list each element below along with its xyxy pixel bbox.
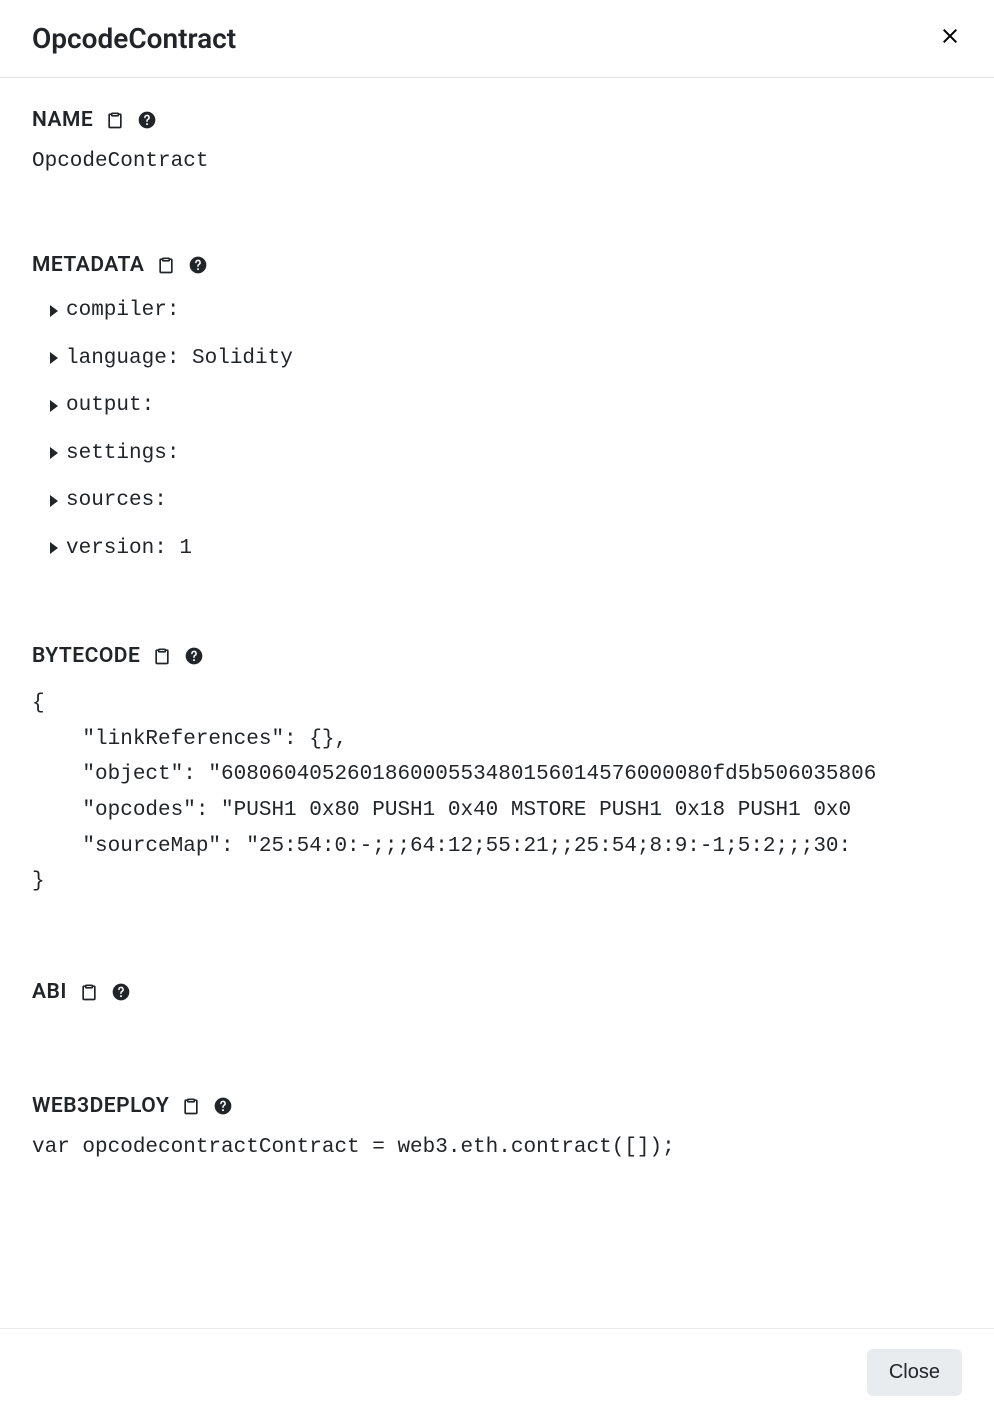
bytecode-content: { "linkReferences": {}, "object": "60806…	[32, 686, 962, 900]
caret-right-icon	[50, 447, 58, 459]
clipboard-icon[interactable]	[105, 110, 125, 130]
caret-right-icon	[50, 400, 58, 412]
section-abi: ABI	[32, 980, 962, 1004]
tree-item[interactable]: settings:	[50, 438, 962, 470]
tree-item[interactable]: version: 1	[50, 533, 962, 565]
section-web3deploy-label: WEB3DEPLOY	[32, 1094, 169, 1118]
modal-title: OpcodeContract	[32, 22, 236, 55]
close-icon[interactable]	[938, 24, 962, 53]
caret-right-icon	[50, 495, 58, 507]
help-icon[interactable]	[188, 255, 208, 275]
web3deploy-content: var opcodecontractContract = web3.eth.co…	[32, 1132, 962, 1164]
section-name-header: NAME	[32, 108, 962, 132]
section-metadata-header: METADATA	[32, 253, 962, 277]
help-icon[interactable]	[137, 110, 157, 130]
modal-footer: Close	[0, 1328, 994, 1424]
section-abi-header: ABI	[32, 980, 962, 1004]
section-bytecode-header: BYTECODE	[32, 644, 962, 668]
name-value: OpcodeContract	[32, 150, 962, 173]
tree-item-label: sources:	[66, 485, 167, 517]
section-bytecode-label: BYTECODE	[32, 644, 140, 668]
section-bytecode: BYTECODE { "linkReferences": {}, "object…	[32, 644, 962, 900]
modal-header: OpcodeContract	[0, 0, 994, 78]
clipboard-icon[interactable]	[156, 255, 176, 275]
tree-item-label: settings:	[66, 438, 179, 470]
tree-item[interactable]: compiler:	[50, 295, 962, 327]
close-button[interactable]: Close	[867, 1349, 962, 1396]
section-name-label: NAME	[32, 108, 93, 132]
caret-right-icon	[50, 305, 58, 317]
help-icon[interactable]	[184, 646, 204, 666]
tree-item-label: version: 1	[66, 533, 192, 565]
help-icon[interactable]	[213, 1096, 233, 1116]
section-abi-label: ABI	[32, 980, 67, 1004]
help-icon[interactable]	[111, 982, 131, 1002]
caret-right-icon	[50, 352, 58, 364]
clipboard-icon[interactable]	[152, 646, 172, 666]
modal-body: NAME OpcodeContract METADATA	[0, 78, 994, 1332]
tree-item[interactable]: sources:	[50, 485, 962, 517]
section-metadata: METADATA compiler:	[32, 253, 962, 564]
tree-item[interactable]: language: Solidity	[50, 343, 962, 375]
caret-right-icon	[50, 542, 58, 554]
section-web3deploy-header: WEB3DEPLOY	[32, 1094, 962, 1118]
metadata-tree: compiler: language: Solidity output: set…	[32, 295, 962, 564]
tree-item[interactable]: output:	[50, 390, 962, 422]
tree-item-label: output:	[66, 390, 154, 422]
tree-item-label: language: Solidity	[66, 343, 293, 375]
clipboard-icon[interactable]	[181, 1096, 201, 1116]
tree-item-label: compiler:	[66, 295, 179, 327]
section-metadata-label: METADATA	[32, 253, 144, 277]
clipboard-icon[interactable]	[79, 982, 99, 1002]
section-web3deploy: WEB3DEPLOY var opcodecontractContract = …	[32, 1094, 962, 1164]
section-name: NAME OpcodeContract	[32, 108, 962, 173]
